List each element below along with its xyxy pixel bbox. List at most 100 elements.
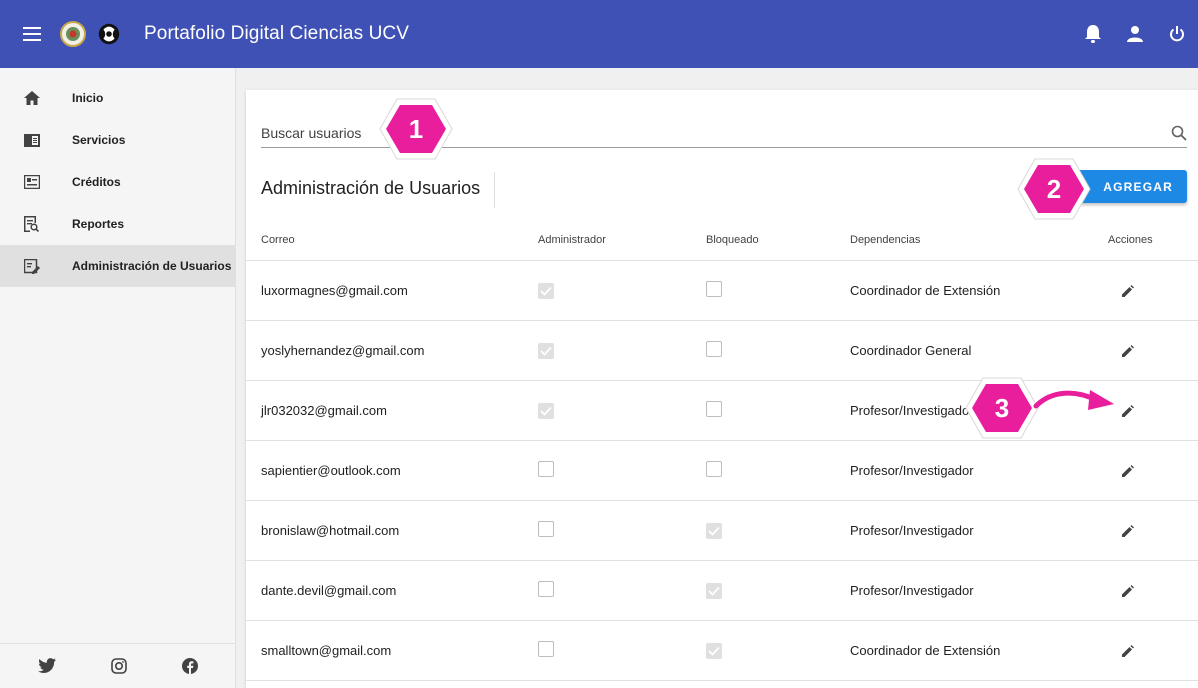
edit-user-button[interactable] (1116, 459, 1140, 483)
facebook-link[interactable] (182, 657, 199, 679)
menu-button[interactable] (8, 0, 56, 68)
table-row: luxormagnes@gmail.com Coordinador de Exte… (246, 261, 1198, 321)
sidebar-item-inicio[interactable]: Inicio (0, 77, 235, 119)
pencil-icon (1122, 404, 1134, 417)
table-row: bronislaw@hotmail.com Profesor/Investigad… (246, 501, 1198, 561)
blocked-checkbox[interactable] (706, 401, 722, 417)
pencil-icon (1122, 524, 1134, 537)
pencil-icon (1122, 344, 1134, 357)
blocked-checkbox[interactable] (706, 341, 722, 357)
power-icon (1170, 26, 1184, 42)
reports-icon (24, 216, 39, 232)
twitter-link[interactable] (37, 658, 56, 678)
callout-number: 2 (1046, 173, 1062, 204)
user-email: bronislaw@hotmail.com (261, 523, 400, 538)
instagram-link[interactable] (111, 657, 127, 679)
user-email: dante.devil@gmail.com (261, 583, 397, 598)
edit-user-button[interactable] (1116, 279, 1140, 303)
app-title: Portafolio Digital Ciencias UCV (144, 23, 409, 44)
blocked-checkbox[interactable] (706, 582, 722, 599)
user-dependency: Coordinador General (850, 343, 972, 358)
pencil-icon (1122, 464, 1134, 477)
title-divider (494, 172, 495, 208)
facebook-icon (182, 657, 199, 674)
sidebar-item-label: Servicios (72, 133, 126, 147)
callout-badge-2: 2 (1016, 156, 1092, 222)
column-header-actions: Acciones (1108, 234, 1153, 246)
pencil-icon (1122, 584, 1134, 597)
column-header-admin[interactable]: Administrador (538, 234, 706, 246)
edit-user-button[interactable] (1116, 519, 1140, 543)
blocked-checkbox[interactable] (706, 281, 722, 297)
social-links (0, 648, 236, 688)
table-row: sapientier@outlook.com Profesor/Investiga… (246, 441, 1198, 501)
user-icon (1127, 26, 1143, 42)
callout-badge-3: 3 (964, 375, 1040, 441)
faculty-logo (96, 21, 122, 47)
sidebar-item-reportes[interactable]: Reportes (0, 203, 235, 245)
user-email: smalltown@gmail.com (261, 643, 392, 658)
twitter-icon (37, 658, 56, 673)
section-title: Administración de Usuarios (261, 178, 481, 198)
user-dependency: Profesor/Investigador (850, 463, 974, 478)
blocked-checkbox[interactable] (706, 461, 722, 477)
sidebar-item-label: Créditos (72, 175, 121, 189)
column-header-email[interactable]: Correo (246, 234, 538, 246)
callout-badge-1: 1 (378, 96, 454, 162)
column-header-blocked[interactable]: Bloqueado (706, 234, 850, 246)
sidebar-item-label: Inicio (72, 91, 104, 105)
user-email: jlr032032@gmail.com (261, 403, 387, 418)
top-actions (1072, 0, 1198, 68)
callout-number: 1 (408, 113, 424, 144)
blocked-checkbox[interactable] (706, 522, 722, 539)
services-icon (24, 133, 40, 147)
column-header-deps[interactable]: Dependencias (850, 234, 1108, 246)
account-button[interactable] (1114, 0, 1156, 68)
admin-checkbox[interactable] (538, 342, 554, 359)
admin-checkbox[interactable] (538, 461, 554, 477)
menu-icon (23, 27, 41, 41)
blocked-checkbox[interactable] (706, 642, 722, 659)
logout-button[interactable] (1156, 0, 1198, 68)
user-dependency: Coordinador de Extensión (850, 643, 1001, 658)
credits-icon (24, 175, 40, 189)
table-header: Correo Administrador Bloqueado Dependenc… (246, 220, 1198, 261)
edit-user-button[interactable] (1116, 399, 1140, 423)
user-email: yoslyhernandez@gmail.com (261, 343, 425, 358)
table-row: yoslyhernandez@gmail.com Coordinador Gene… (246, 321, 1198, 381)
callout-number: 3 (994, 392, 1010, 423)
search-icon[interactable] (1171, 125, 1187, 141)
edit-user-button[interactable] (1116, 579, 1140, 603)
admin-checkbox[interactable] (538, 402, 554, 419)
admin-checkbox[interactable] (538, 641, 554, 657)
table-body: luxormagnes@gmail.com Coordinador de Exte… (246, 261, 1198, 681)
sidebar: Inicio Servicios Créditos Reportes Admin… (0, 68, 236, 688)
sidebar-item-creditos[interactable]: Créditos (0, 161, 235, 203)
notifications-button[interactable] (1072, 0, 1114, 68)
admin-checkbox[interactable] (538, 521, 554, 537)
sidebar-item-servicios[interactable]: Servicios (0, 119, 235, 161)
user-dependency: Profesor/Investigador (850, 583, 974, 598)
user-email: sapientier@outlook.com (261, 463, 401, 478)
users-admin-card: Administración de Usuarios AGREGAR Corre… (246, 90, 1198, 688)
university-seal-logo (60, 21, 86, 47)
table-row: smalltown@gmail.com Coordinador de Extens… (246, 621, 1198, 681)
sidebar-divider (0, 643, 236, 644)
users-table: Correo Administrador Bloqueado Dependenc… (246, 220, 1198, 681)
admin-checkbox[interactable] (538, 581, 554, 597)
edit-user-button[interactable] (1116, 639, 1140, 663)
table-row: dante.devil@gmail.com Profesor/Investigad… (246, 561, 1198, 621)
edit-user-button[interactable] (1116, 339, 1140, 363)
instagram-icon (111, 657, 127, 674)
user-admin-icon (24, 258, 40, 274)
bell-icon (1085, 25, 1101, 43)
sidebar-item-label: Administración de Usuarios (72, 259, 232, 273)
user-dependency: Profesor/Investigador (850, 523, 974, 538)
admin-checkbox[interactable] (538, 282, 554, 299)
top-app-bar: Portafolio Digital Ciencias UCV (0, 0, 1198, 68)
user-email: luxormagnes@gmail.com (261, 283, 408, 298)
sidebar-item-administracion-usuarios[interactable]: Administración de Usuarios (0, 245, 235, 287)
callout-arrow-icon (1033, 390, 1114, 410)
sidebar-item-label: Reportes (72, 217, 125, 231)
pencil-icon (1122, 284, 1134, 297)
